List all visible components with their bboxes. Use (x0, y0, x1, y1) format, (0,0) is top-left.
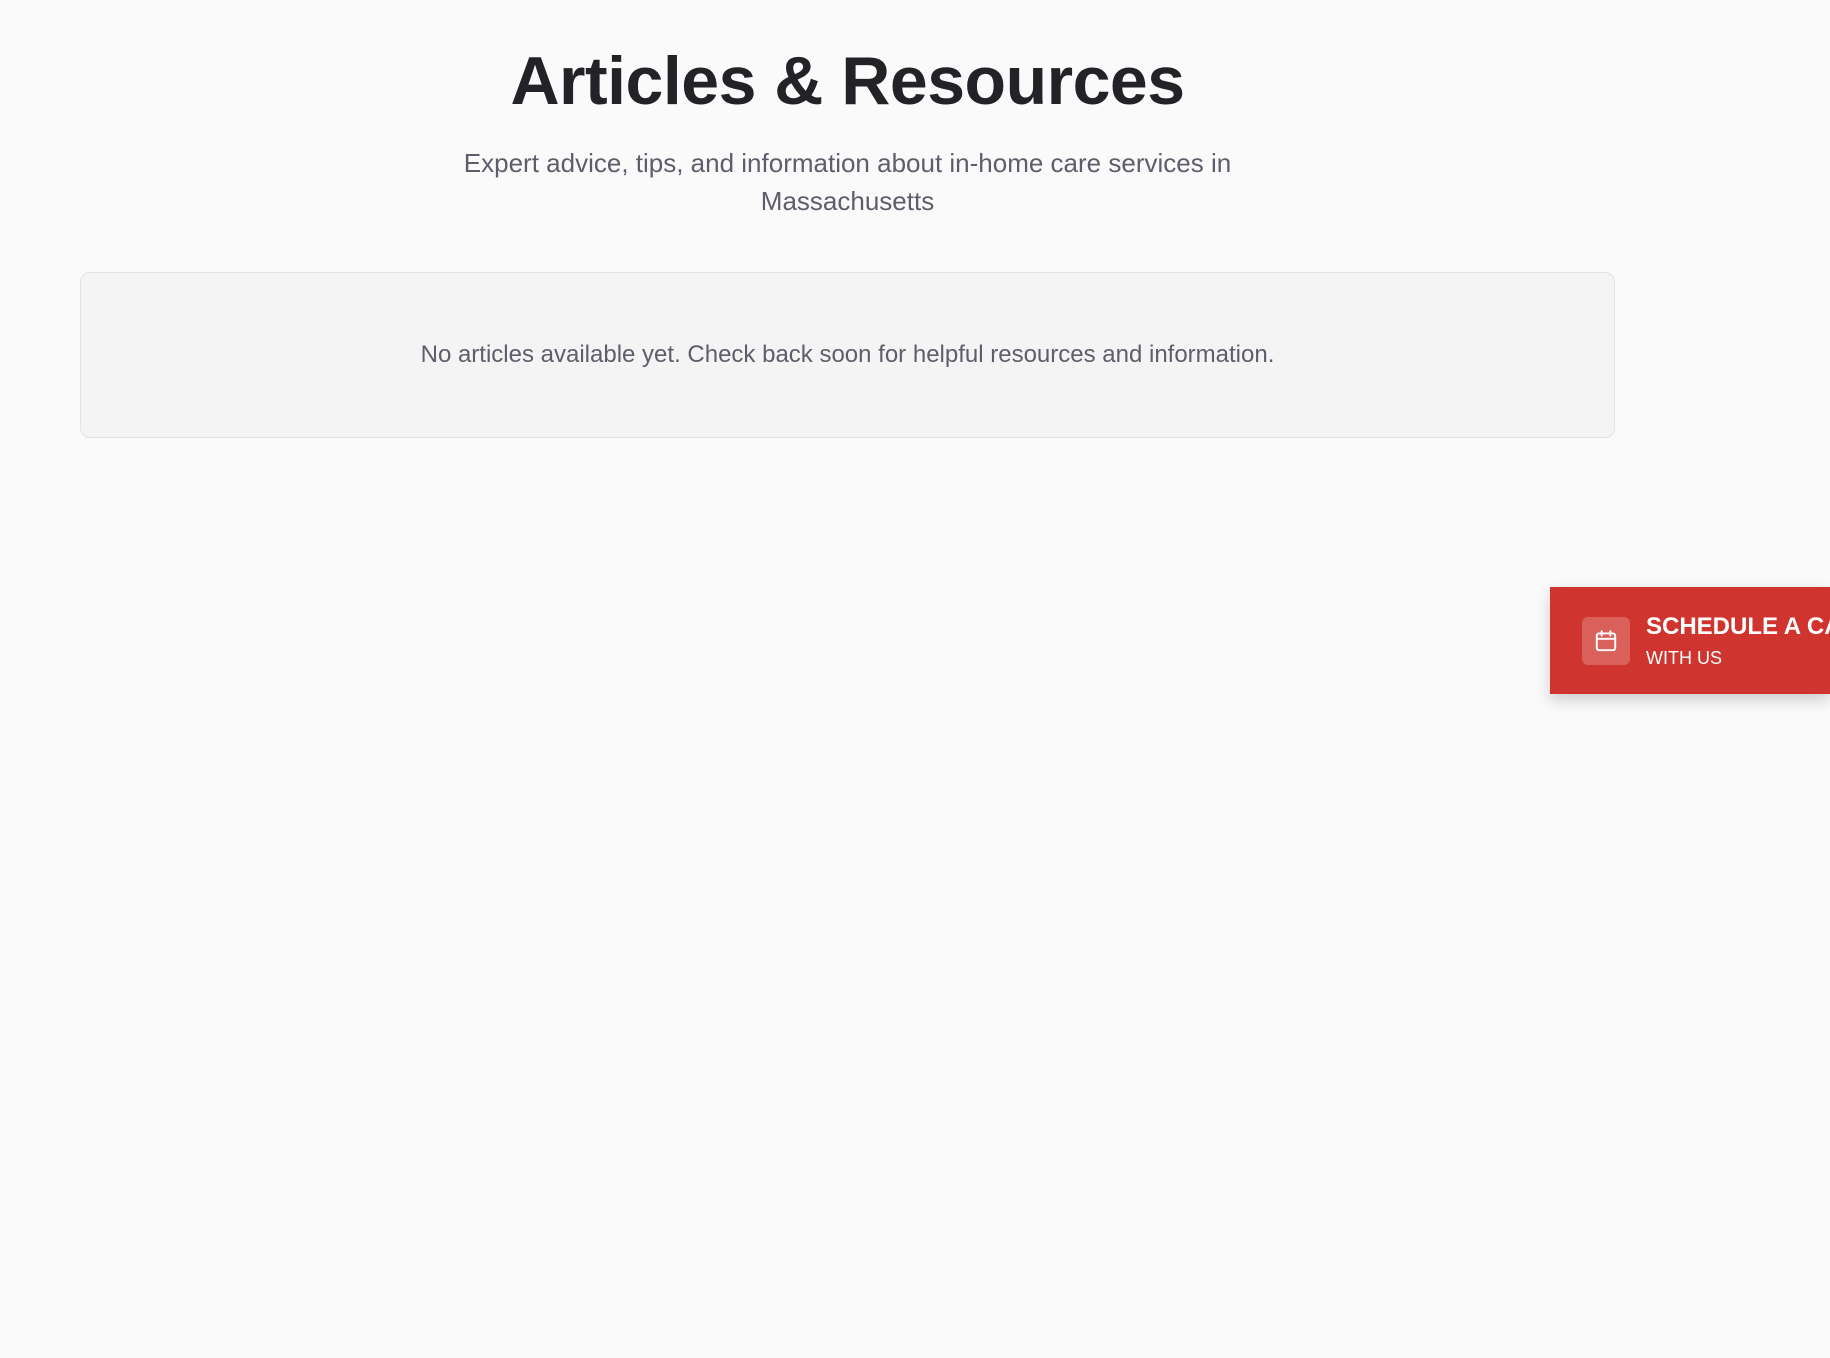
schedule-tab-title: SCHEDULE A CA (1646, 612, 1830, 640)
page-header: Articles & Resources Expert advice, tips… (0, 0, 1695, 220)
empty-articles-card: No articles available yet. Check back so… (80, 272, 1615, 438)
empty-state-message: No articles available yet. Check back so… (420, 341, 1275, 368)
schedule-tab-text: SCHEDULE A CA WITH US (1646, 613, 1830, 669)
page: Articles & Resources Expert advice, tips… (0, 0, 1830, 1358)
calendar-icon (1582, 616, 1630, 665)
schedule-tab-subtitle: WITH US (1646, 647, 1722, 668)
page-title: Articles & Resources (510, 43, 1185, 119)
page-subtitle: Expert advice, tips, and information abo… (463, 148, 1232, 216)
schedule-call-button[interactable]: SCHEDULE A CA WITH US (1550, 587, 1830, 694)
